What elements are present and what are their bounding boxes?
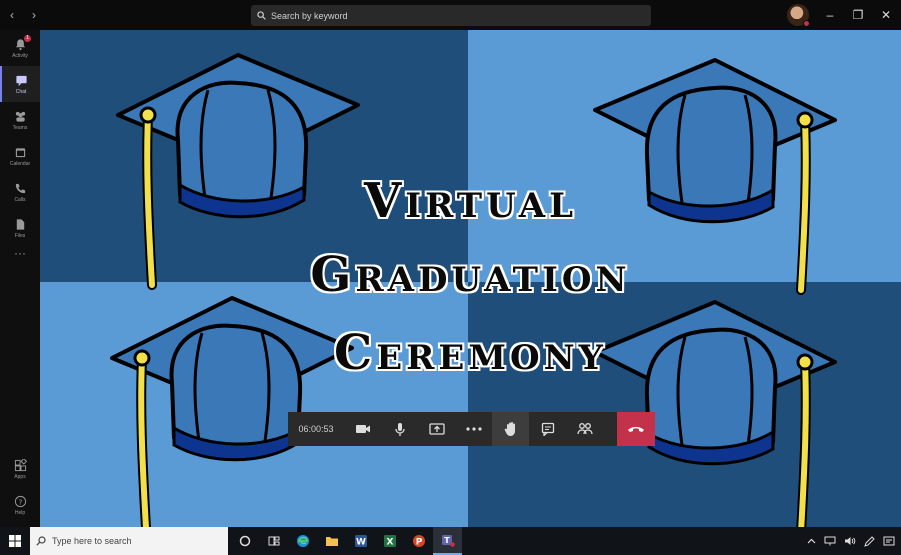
rail-label: Files xyxy=(14,232,26,239)
files-icon xyxy=(16,218,24,230)
svg-text:X: X xyxy=(386,538,393,548)
avatar[interactable] xyxy=(787,4,810,27)
svg-text:?: ? xyxy=(18,497,22,506)
rail-label: Calls xyxy=(14,196,26,203)
search-icon xyxy=(257,11,266,20)
windows-taskbar: Type here to search W X P T xyxy=(0,527,901,555)
search-bar[interactable]: Search by keyword xyxy=(251,5,651,26)
phone-icon xyxy=(15,183,25,193)
edge-button[interactable] xyxy=(288,527,317,555)
meeting-stage: Virtual Graduation Ceremony 06:00:53 xyxy=(40,30,901,527)
chat-button[interactable] xyxy=(529,412,566,446)
start-button[interactable] xyxy=(0,527,30,555)
presence-badge xyxy=(803,20,810,27)
chat-icon xyxy=(541,422,554,436)
edge-icon xyxy=(296,535,309,547)
rail-item-activity[interactable]: 1 Activity xyxy=(0,30,40,66)
more-apps-button[interactable]: ··· xyxy=(0,246,40,268)
powerpoint-icon: P xyxy=(412,535,425,548)
rail-item-calendar[interactable]: Calendar xyxy=(0,138,40,174)
windows-logo-icon xyxy=(9,535,21,547)
participants-icon xyxy=(576,423,593,435)
raise-hand-icon xyxy=(504,422,515,436)
rail-label: Help xyxy=(14,509,26,516)
word-icon: W xyxy=(354,535,367,548)
teams-icon xyxy=(15,111,25,122)
hang-up-button[interactable] xyxy=(617,412,655,446)
svg-text:T: T xyxy=(444,536,450,545)
chevron-up-icon[interactable] xyxy=(807,538,816,544)
title-line: Ceremony xyxy=(334,325,607,381)
rail-item-help[interactable]: ? Help xyxy=(0,487,40,523)
microphone-button[interactable] xyxy=(381,412,418,446)
taskbar-apps: W X P T xyxy=(230,527,462,555)
calendar-icon xyxy=(15,147,25,157)
volume-icon[interactable] xyxy=(844,536,856,546)
back-button[interactable]: ‹ xyxy=(6,8,18,22)
rail-label: Apps xyxy=(14,473,26,480)
cortana-button[interactable] xyxy=(230,527,259,555)
more-icon xyxy=(465,427,482,431)
apps-icon xyxy=(14,458,27,471)
word-button[interactable]: W xyxy=(346,527,375,555)
cortana-icon xyxy=(239,535,250,547)
window-controls: – ❐ ✕ xyxy=(787,4,893,27)
rail-item-teams[interactable]: Teams xyxy=(0,102,40,138)
notification-icon[interactable] xyxy=(883,536,895,547)
rail-bottom: Apps ? Help xyxy=(0,451,40,523)
restore-button[interactable]: ❐ xyxy=(851,8,865,22)
title-bar: ‹ › Search by keyword – ❐ ✕ xyxy=(0,0,901,30)
share-screen-button[interactable] xyxy=(418,412,455,446)
network-icon[interactable] xyxy=(824,536,836,546)
app-rail: 1 Activity Chat Teams Calendar Calls Fil… xyxy=(0,30,40,527)
share-screen-icon xyxy=(428,422,445,435)
svg-text:W: W xyxy=(356,538,366,548)
teams-icon: T xyxy=(441,535,455,547)
search-icon xyxy=(36,536,46,546)
svg-text:P: P xyxy=(415,538,422,548)
hang-up-icon xyxy=(628,427,644,432)
minimize-button[interactable]: – xyxy=(823,8,837,22)
camera-button[interactable] xyxy=(344,412,381,446)
excel-icon: X xyxy=(383,535,396,548)
participants-button[interactable] xyxy=(566,412,603,446)
activity-badge: 1 xyxy=(24,35,31,42)
system-tray xyxy=(807,527,901,555)
nav-arrows: ‹ › xyxy=(6,8,40,22)
rail-label: Teams xyxy=(12,124,28,131)
task-view-icon xyxy=(268,536,279,546)
rail-item-apps[interactable]: Apps xyxy=(0,451,40,487)
task-view-button[interactable] xyxy=(259,527,288,555)
teams-taskbar-button[interactable]: T xyxy=(433,527,462,555)
call-controls: 06:00:53 xyxy=(288,412,655,446)
file-explorer-button[interactable] xyxy=(317,527,346,555)
more-actions-button[interactable] xyxy=(455,412,492,446)
taskbar-search[interactable]: Type here to search xyxy=(30,527,228,555)
rail-label: Calendar xyxy=(9,160,31,167)
title-line: Graduation xyxy=(310,247,631,303)
chat-icon xyxy=(15,75,27,86)
raise-hand-button[interactable] xyxy=(492,412,529,446)
camera-icon xyxy=(355,425,370,433)
pen-icon[interactable] xyxy=(864,535,875,547)
call-timer: 06:00:53 xyxy=(298,424,334,434)
help-icon: ? xyxy=(14,495,26,507)
microphone-icon xyxy=(394,422,405,436)
ceremony-title: Virtual Graduation Ceremony xyxy=(40,158,901,396)
file-explorer-icon xyxy=(325,537,338,546)
close-button[interactable]: ✕ xyxy=(879,8,893,22)
rail-label: Chat xyxy=(15,88,27,95)
excel-button[interactable]: X xyxy=(375,527,404,555)
taskbar-search-placeholder: Type here to search xyxy=(52,536,132,546)
rail-label: Activity xyxy=(12,52,28,59)
search-placeholder: Search by keyword xyxy=(271,10,348,21)
forward-button[interactable]: › xyxy=(28,8,40,22)
rail-item-chat[interactable]: Chat xyxy=(0,66,40,102)
rail-item-calls[interactable]: Calls xyxy=(0,174,40,210)
teams-window: ‹ › Search by keyword – ❐ ✕ 1 Activity C… xyxy=(0,0,901,555)
powerpoint-button[interactable]: P xyxy=(404,527,433,555)
rail-item-files[interactable]: Files xyxy=(0,210,40,246)
